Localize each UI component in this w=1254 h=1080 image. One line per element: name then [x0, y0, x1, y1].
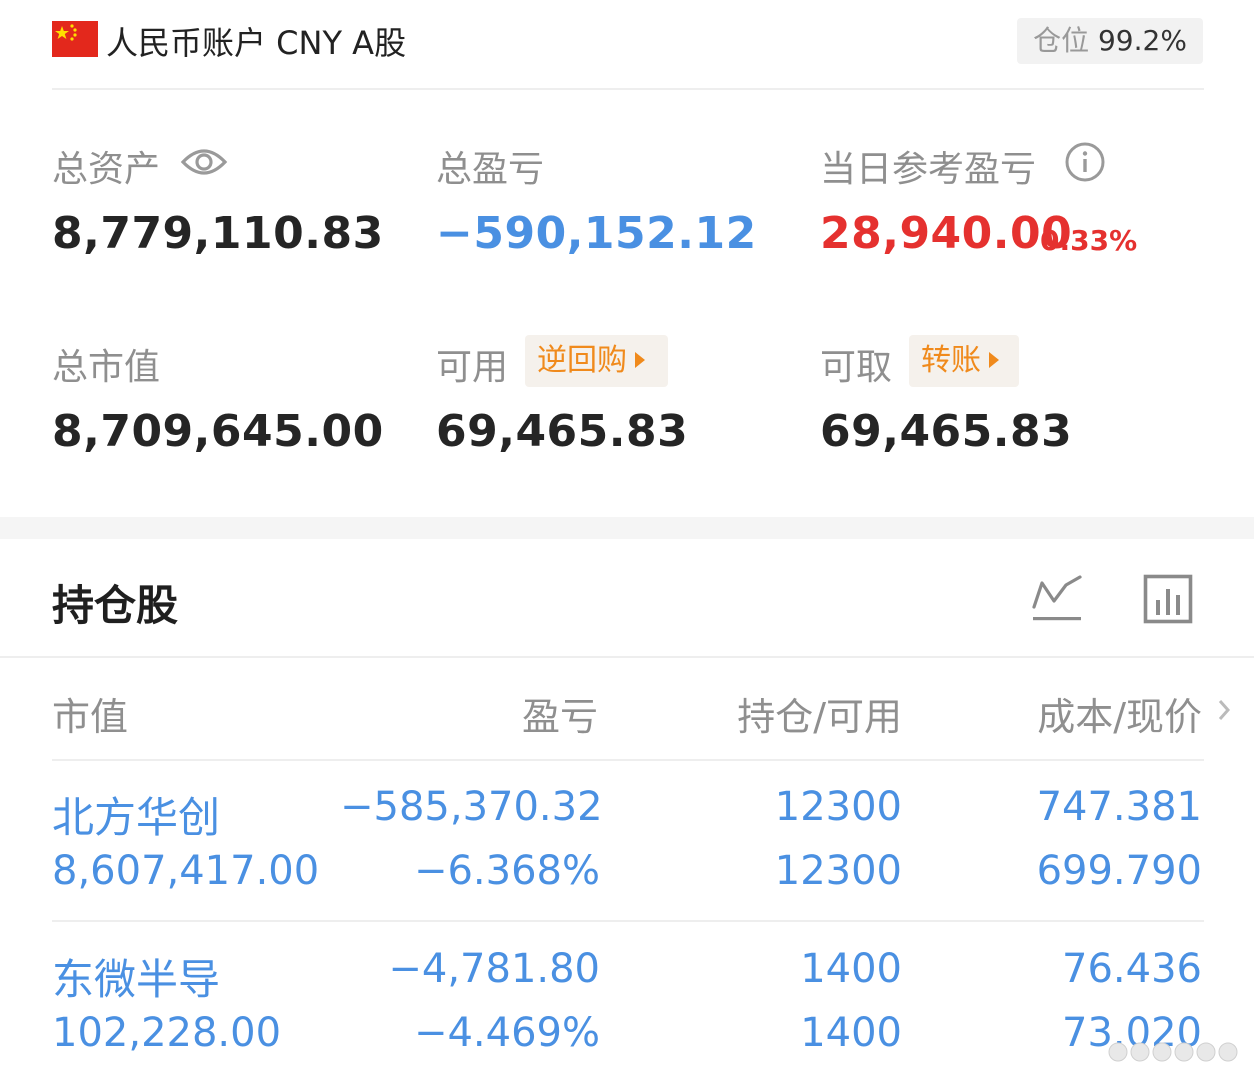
column-header-pnl[interactable]: 盈亏 [400, 686, 598, 741]
market-value-value: 8,709,645.00 [52, 406, 384, 457]
position-label: 仓位 [1033, 24, 1090, 57]
divider [0, 656, 1254, 658]
available-label: 可用 [436, 347, 509, 388]
stock-name[interactable]: 东微半导 [52, 946, 220, 1007]
column-header-cost-price[interactable]: 成本/现价 [940, 686, 1202, 741]
trend-line-icon[interactable] [1030, 573, 1084, 627]
stock-name[interactable]: 北方华创 [52, 784, 220, 845]
divider [52, 920, 1204, 922]
stock-price: 699.790 [1036, 848, 1202, 894]
watermark-dots [1108, 1040, 1240, 1068]
eye-icon[interactable] [180, 142, 228, 186]
transfer-button[interactable]: 转账 [909, 335, 1019, 387]
bar-chart-icon[interactable] [1143, 574, 1193, 628]
column-header-position[interactable]: 持仓/可用 [640, 686, 902, 741]
stock-cost: 747.381 [1036, 784, 1202, 830]
withdrawable-value: 69,465.83 [820, 406, 1073, 457]
stock-pnl: −585,370.32 [340, 784, 603, 830]
stock-market-value: 102,228.00 [52, 1010, 282, 1056]
chevron-right-icon[interactable] [1216, 698, 1232, 726]
stock-position: 1400 [800, 946, 902, 992]
divider [52, 759, 1204, 761]
position-badge: 仓位 99.2% [1017, 18, 1203, 64]
caret-right-icon [635, 351, 645, 368]
available-value: 69,465.83 [436, 406, 689, 457]
stock-pnl-pct: −4.469% [413, 1010, 600, 1056]
divider [52, 88, 1204, 90]
reverse-repo-button[interactable]: 逆回购 [525, 335, 668, 387]
daily-pnl-pct: 0.33% [1040, 224, 1138, 257]
stock-available: 1400 [800, 1010, 902, 1056]
account-title: 人民币账户 CNY A股 [106, 24, 407, 62]
daily-pnl-label: 当日参考盈亏 [820, 149, 1037, 190]
column-header-market-value[interactable]: 市值 [52, 686, 128, 741]
holdings-title: 持仓股 [52, 581, 179, 630]
total-pnl-label: 总盈亏 [436, 149, 545, 190]
daily-pnl-value: 28,940.00 [820, 208, 1073, 259]
market-value-label: 总市值 [52, 347, 161, 388]
stock-pnl: −4,781.80 [388, 946, 600, 992]
china-flag-icon [52, 21, 98, 57]
info-icon[interactable] [1064, 141, 1106, 187]
section-separator [0, 517, 1254, 539]
total-assets-value: 8,779,110.83 [52, 208, 384, 259]
total-assets-label: 总资产 [52, 149, 161, 190]
stock-position: 12300 [774, 784, 902, 830]
stock-cost: 76.436 [1062, 946, 1202, 992]
transfer-label: 转账 [921, 343, 981, 378]
stock-market-value: 8,607,417.00 [52, 848, 320, 894]
withdrawable-label: 可取 [820, 347, 893, 388]
caret-right-icon [989, 351, 999, 368]
stock-pnl-pct: −6.368% [413, 848, 600, 894]
position-value: 99.2% [1097, 24, 1187, 57]
reverse-repo-label: 逆回购 [537, 343, 627, 378]
total-pnl-value: −590,152.12 [436, 208, 757, 259]
stock-available: 12300 [774, 848, 902, 894]
